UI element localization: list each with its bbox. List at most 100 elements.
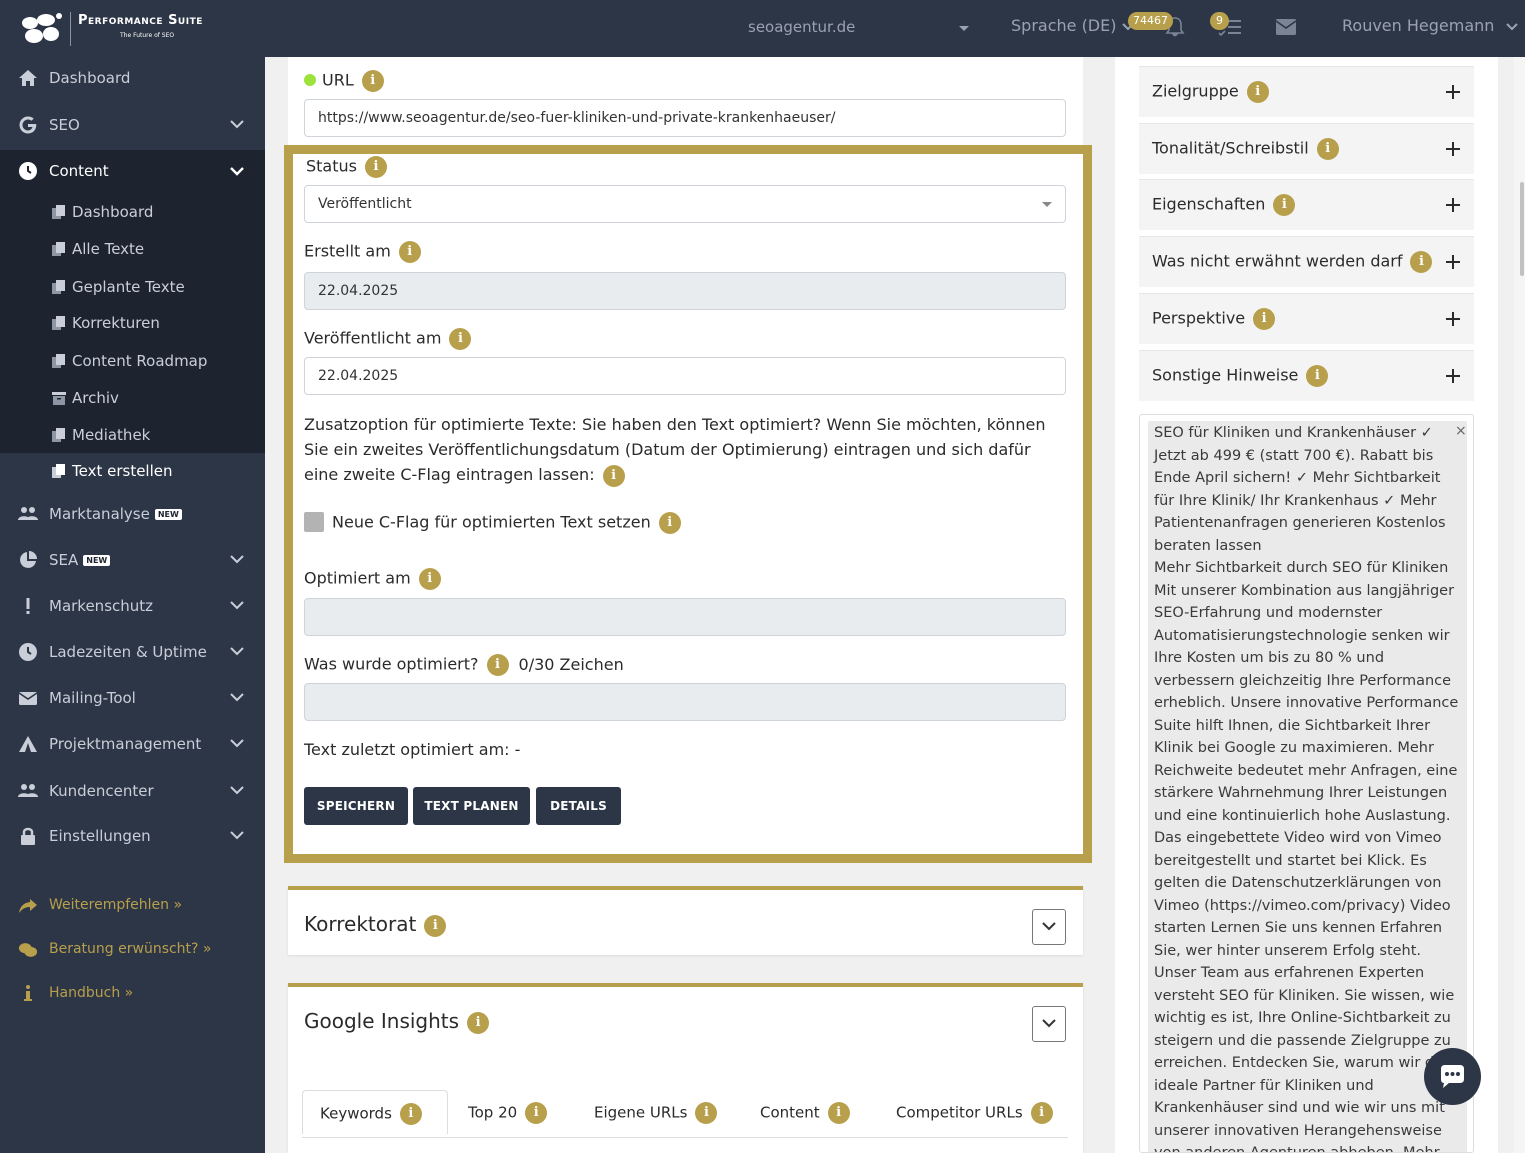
content-submenu: Dashboard Alle Texte Geplante Texte Korr… [0,193,265,453]
sidebar-item-content[interactable]: Content [0,150,265,193]
info-icon[interactable]: i [1410,251,1433,273]
sidebar-item-marktanalyse[interactable]: Marktanalyse NEW [0,494,265,534]
optimized-date-input[interactable] [304,598,1066,636]
status-select[interactable]: Veröffentlicht [304,185,1066,223]
insights-toggle-button[interactable] [1032,1006,1066,1042]
submenu-item-content-roadmap[interactable]: Content Roadmap [0,344,265,378]
accordion-nicht-erwaehnen[interactable]: Was nicht erwähnt werden darf i [1139,236,1474,287]
accordion-tonalitaet[interactable]: Tonalität/Schreibstil i [1139,123,1474,174]
info-icon[interactable]: i [364,156,387,178]
info-icon[interactable]: i [1316,138,1339,160]
notifications-badge[interactable]: 74467 [1128,12,1173,30]
info-icon[interactable]: i [1273,194,1296,216]
sidebar-item-projektmanagement[interactable]: Projektmanagement [0,724,265,764]
mail-icon[interactable] [1275,18,1297,36]
info-icon[interactable]: i [658,512,681,534]
plan-text-button[interactable]: TEXT PLANEN [413,787,530,825]
info-icon[interactable]: i [467,1011,490,1034]
info-icon[interactable]: i [525,1102,548,1124]
info-icon[interactable]: i [424,914,447,937]
submenu-item-mediathek[interactable]: Mediathek [0,418,265,452]
sidebar-item-dashboard[interactable]: Dashboard [0,58,265,98]
text-content: SEO für Kliniken und Krankenhäuser ✓ Jet… [1148,421,1467,1152]
user-menu[interactable]: Rouven Hegemann [1342,16,1518,35]
chevron-down-icon [230,739,244,748]
info-icon[interactable]: i [602,464,625,487]
info-icon[interactable]: i [486,654,509,676]
info-icon [24,985,32,1001]
korrektorat-toggle-button[interactable] [1032,909,1066,945]
details-button[interactable]: DETAILS [536,787,621,825]
url-input[interactable]: https://www.seoagentur.de/seo-fuer-klini… [304,99,1066,137]
optimization-option-text: Zusatzoption für optimierte Texte: Sie h… [304,412,1069,487]
accordion-zielgruppe[interactable]: Zielgruppe i [1139,66,1474,117]
cflag-checkbox[interactable] [304,512,324,532]
info-icon[interactable]: i [398,241,421,263]
home-icon [19,70,37,86]
created-date-field: 22.04.2025 [304,272,1066,310]
cflag-label: Neue C-Flag für optimierten Text setzen i [332,512,681,534]
submenu-item-alle-texte[interactable]: Alle Texte [0,232,265,266]
last-optimized-text: Text zuletzt optimiert am: - [304,740,521,759]
tab-eigene-urls[interactable]: Eigene URLs i [594,1090,718,1134]
published-label: Veröffentlicht am i [304,328,472,350]
lock-icon [21,827,35,845]
what-optimized-input[interactable] [304,683,1066,721]
save-button[interactable]: SPEICHERN [304,787,408,825]
info-icon[interactable]: i [827,1102,850,1124]
clock-icon [19,643,37,661]
submenu-item-dashboard[interactable]: Dashboard [0,195,265,229]
chat-button[interactable] [1424,1048,1481,1105]
info-icon[interactable]: i [399,1103,422,1125]
info-icon[interactable]: i [695,1102,718,1124]
accordion-sonstige-hinweise[interactable]: Sonstige Hinweise i [1139,350,1474,401]
text-content-box[interactable]: SEO für Kliniken und Krankenhäuser ✓ Jet… [1139,414,1474,1153]
submenu-item-korrekturen[interactable]: Korrekturen [0,306,265,340]
sidebar-item-ladezeiten[interactable]: Ladezeiten & Uptime [0,632,265,672]
users-icon [18,507,38,520]
caret-down-icon[interactable] [959,26,969,31]
link-handbuch[interactable]: Handbuch » [0,981,265,1007]
chevron-down-icon [230,601,244,610]
sidebar-item-mailing-tool[interactable]: Mailing-Tool [0,678,265,718]
tab-competitor-urls[interactable]: Competitor URLs i [896,1090,1053,1134]
chevron-down-icon [230,831,244,840]
domain-selector[interactable]: seoagentur.de [748,18,855,36]
tab-keywords[interactable]: Keywords i [302,1090,448,1134]
info-icon[interactable]: i [418,568,441,590]
accordion-eigenschaften[interactable]: Eigenschaften i [1139,179,1474,230]
language-selector[interactable]: Sprache (DE) [1011,16,1134,35]
tasks-badge[interactable]: 9 [1210,12,1229,30]
submenu-item-text-erstellen[interactable]: Text erstellen [0,453,265,489]
info-icon[interactable]: i [1246,81,1269,103]
tab-content[interactable]: Content i [760,1090,850,1134]
plus-icon [1446,85,1460,99]
archive-icon [52,392,66,405]
close-icon[interactable]: × [1455,423,1467,439]
published-date-input[interactable]: 22.04.2025 [304,357,1066,395]
google-icon [19,116,37,134]
info-icon[interactable]: i [1253,308,1276,330]
brand-logo[interactable]: Performance Suite The Future of SEO [20,8,260,50]
sidebar-item-sea[interactable]: SEA NEW [0,540,265,580]
accordion-perspektive[interactable]: Perspektive i [1139,293,1474,344]
char-counter: 0/30 Zeichen [518,654,624,674]
link-beratung[interactable]: Beratung erwünscht? » [0,937,265,963]
sidebar-item-einstellungen[interactable]: Einstellungen [0,816,265,856]
sidebar-item-seo[interactable]: SEO [0,105,265,145]
submenu-item-geplante-texte[interactable]: Geplante Texte [0,270,265,304]
info-icon[interactable]: i [1306,365,1329,387]
chevron-down-icon [1042,1019,1056,1028]
plus-icon [1446,255,1460,269]
sidebar-item-kundencenter[interactable]: Kundencenter [0,771,265,811]
submenu-item-archiv[interactable]: Archiv [0,381,265,415]
sidebar-item-markenschutz[interactable]: Markenschutz [0,586,265,626]
scrollbar-thumb[interactable] [1520,182,1524,276]
info-icon[interactable]: i [449,328,472,350]
info-icon[interactable]: i [361,70,384,92]
link-weiterempfehlen[interactable]: Weiterempfehlen » [0,893,265,919]
tab-top-20[interactable]: Top 20 i [468,1090,548,1134]
chevron-down-icon [230,120,244,129]
info-icon[interactable]: i [1030,1102,1053,1124]
chevron-down-icon [230,555,244,564]
